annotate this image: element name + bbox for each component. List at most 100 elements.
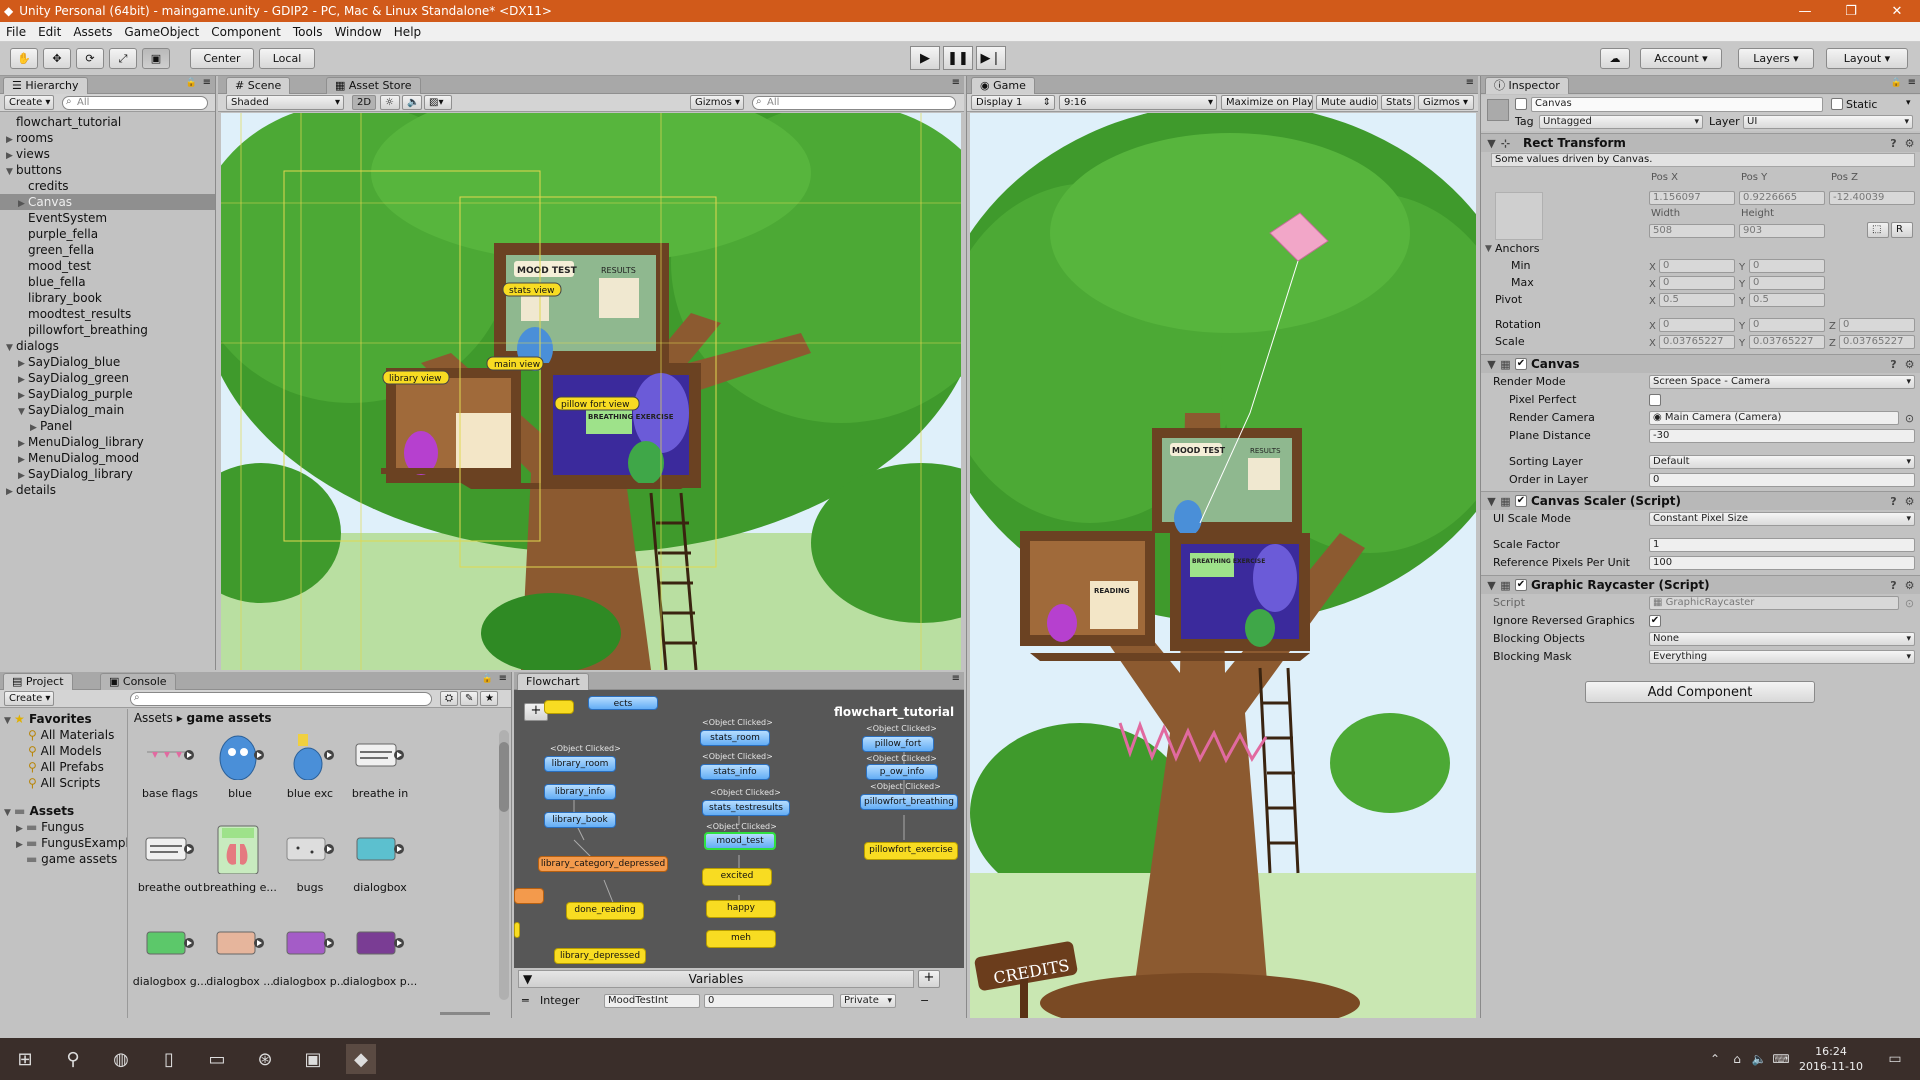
node-stats-testresults[interactable]: stats_testresults bbox=[702, 800, 790, 816]
layers-dropdown[interactable]: Layers ▾ bbox=[1738, 48, 1814, 69]
scale-tool-icon[interactable]: ⤢ bbox=[109, 48, 137, 69]
node-pillow-info[interactable]: p_ow_info bbox=[866, 764, 938, 780]
variable-name-field[interactable]: MoodTestInt bbox=[604, 994, 700, 1008]
node-library-book[interactable]: library_book bbox=[544, 812, 616, 828]
tag-dropdown[interactable]: Untagged bbox=[1539, 115, 1703, 129]
folder-game-assets[interactable]: ▬ game assets bbox=[0, 851, 127, 867]
scale-factor-field[interactable]: 1 bbox=[1649, 538, 1915, 552]
scene-view[interactable]: MOOD TEST RESULTS BREATHING EXERCISE sta… bbox=[221, 113, 961, 670]
hierarchy-item[interactable]: moodtest_results bbox=[0, 306, 215, 322]
mute-audio-toggle[interactable]: Mute audio bbox=[1316, 95, 1378, 110]
order-in-layer-field[interactable]: 0 bbox=[1649, 473, 1915, 487]
asset-item[interactable]: dialogbox bbox=[340, 824, 420, 904]
node-stats-info[interactable]: stats_info bbox=[700, 764, 770, 780]
menu-file[interactable]: File bbox=[0, 25, 32, 39]
hierarchy-item[interactable]: ▶ SayDialog_blue bbox=[0, 354, 215, 370]
scene-search-input[interactable]: All bbox=[752, 96, 956, 110]
menu-help[interactable]: Help bbox=[388, 25, 427, 39]
maximize-button[interactable]: ❐ bbox=[1828, 0, 1874, 22]
active-checkbox[interactable] bbox=[1515, 98, 1527, 110]
tab-scene[interactable]: # Scene bbox=[226, 77, 291, 94]
posz-field[interactable]: -12.40039 bbox=[1829, 191, 1915, 205]
hierarchy-item[interactable]: ▶ MenuDialog_library bbox=[0, 434, 215, 450]
blocking-objects-dropdown[interactable]: None bbox=[1649, 632, 1915, 646]
hierarchy-item[interactable]: green_fella bbox=[0, 242, 215, 258]
help-icon[interactable]: ? bbox=[1887, 358, 1900, 371]
pivot-x-field[interactable]: 0.5 bbox=[1659, 293, 1735, 307]
tab-asset-store[interactable]: ▦ Asset Store bbox=[326, 77, 421, 94]
hierarchy-item[interactable]: ▶ Canvas bbox=[0, 194, 215, 210]
foldout-arrow-icon[interactable]: ▶ bbox=[6, 484, 16, 500]
flowchart-node[interactable] bbox=[544, 700, 574, 714]
mode-2d-button[interactable]: 2D bbox=[352, 95, 376, 110]
panel-menu-icon[interactable]: ≡ bbox=[952, 673, 960, 684]
node-meh[interactable]: meh bbox=[706, 930, 776, 948]
scene-gizmos-dropdown[interactable]: Gizmos ▾ bbox=[690, 95, 744, 110]
panel-menu-icon[interactable]: ≡ bbox=[203, 77, 211, 88]
gear-icon[interactable]: ⚙ bbox=[1903, 579, 1916, 592]
rotation-x-field[interactable]: 0 bbox=[1659, 318, 1735, 332]
asset-item[interactable]: dialogbox p... bbox=[340, 918, 420, 998]
fav-all-prefabs[interactable]: ⚲ All Prefabs bbox=[0, 759, 127, 775]
gear-icon[interactable]: ⚙ bbox=[1903, 137, 1916, 150]
folder-fungus[interactable]: ▶ ▬ Fungus bbox=[0, 819, 127, 835]
search-icon[interactable]: ⚲ bbox=[58, 1044, 88, 1074]
menu-gameobject[interactable]: GameObject bbox=[118, 25, 205, 39]
node-mood-test[interactable]: mood_test bbox=[704, 832, 776, 850]
asset-item[interactable]: breathe out bbox=[130, 824, 210, 904]
pivot-center-button[interactable]: Center bbox=[190, 48, 254, 69]
panel-menu-icon[interactable]: ≡ bbox=[1466, 77, 1474, 88]
foldout-arrow-icon[interactable]: ▼ bbox=[1485, 137, 1498, 150]
canvas-component-header[interactable]: ▼ ▦ ✔ Canvas ? ⚙ bbox=[1481, 354, 1920, 373]
graphic-raycaster-header[interactable]: ▼ ▦ ✔ Graphic Raycaster (Script) ? ⚙ bbox=[1481, 575, 1920, 594]
hierarchy-item[interactable]: ▼ buttons bbox=[0, 162, 215, 178]
rect-tool-icon[interactable]: ▣ bbox=[142, 48, 170, 69]
scale-x-field[interactable]: 0.03765227 bbox=[1659, 335, 1735, 349]
folder-fungus-examples[interactable]: ▶ ▬ FungusExampl bbox=[0, 835, 127, 851]
asset-item[interactable]: blue exc bbox=[270, 730, 350, 810]
game-view[interactable]: MOOD TEST RESULTS READING BREATHING EXER… bbox=[970, 113, 1476, 1018]
lock-icon[interactable]: 🔒 bbox=[186, 78, 197, 88]
hierarchy-item[interactable]: ▶ MenuDialog_mood bbox=[0, 450, 215, 466]
hierarchy-item[interactable]: mood_test bbox=[0, 258, 215, 274]
node-pillowfort-breathing[interactable]: pillowfort_breathing bbox=[860, 794, 958, 810]
hierarchy-item[interactable]: ▶ SayDialog_purple bbox=[0, 386, 215, 402]
unity-taskbar-icon[interactable]: ◆ bbox=[346, 1044, 376, 1074]
static-checkbox[interactable] bbox=[1831, 98, 1843, 110]
foldout-arrow-icon[interactable]: ▼ bbox=[523, 971, 532, 987]
menu-edit[interactable]: Edit bbox=[32, 25, 67, 39]
shading-dropdown[interactable]: Shaded ▾ bbox=[226, 95, 344, 110]
height-field[interactable]: 903 bbox=[1739, 224, 1825, 238]
node-pillow-fort[interactable]: pillow_fort bbox=[862, 736, 934, 752]
raw-edit-button[interactable]: R bbox=[1891, 222, 1913, 238]
asset-item[interactable]: dialogbox ... bbox=[200, 918, 280, 998]
aspect-dropdown[interactable]: 9:16 ▾ bbox=[1059, 95, 1217, 110]
foldout-arrow-icon[interactable]: ▼ bbox=[1485, 358, 1498, 371]
fav-all-models[interactable]: ⚲ All Models bbox=[0, 743, 127, 759]
tab-inspector[interactable]: ⓘ Inspector bbox=[1485, 77, 1569, 94]
posy-field[interactable]: 0.9226665 bbox=[1739, 191, 1825, 205]
tab-console[interactable]: ▣ Console bbox=[100, 673, 176, 690]
move-tool-icon[interactable]: ✥ bbox=[43, 48, 71, 69]
file-explorer-icon[interactable]: ▭ bbox=[202, 1044, 232, 1074]
pause-button[interactable]: ❚❚ bbox=[943, 46, 973, 70]
rotate-tool-icon[interactable]: ⟳ bbox=[76, 48, 104, 69]
hierarchy-item[interactable]: ▶ SayDialog_green bbox=[0, 370, 215, 386]
hierarchy-item[interactable]: ▼ dialogs bbox=[0, 338, 215, 354]
blueprint-button[interactable]: ⬚ bbox=[1867, 222, 1889, 238]
anchor-max-y-field[interactable]: 0 bbox=[1749, 276, 1825, 290]
icon-size-slider[interactable] bbox=[440, 1012, 490, 1015]
menu-window[interactable]: Window bbox=[328, 25, 387, 39]
favorite-button[interactable]: ★ bbox=[480, 691, 498, 706]
hierarchy-item[interactable]: pillowfort_breathing bbox=[0, 322, 215, 338]
lock-icon[interactable]: 🔒 bbox=[1891, 78, 1902, 88]
stats-toggle[interactable]: Stats bbox=[1381, 95, 1415, 110]
sorting-layer-dropdown[interactable]: Default bbox=[1649, 455, 1915, 469]
menu-assets[interactable]: Assets bbox=[67, 25, 118, 39]
pivot-y-field[interactable]: 0.5 bbox=[1749, 293, 1825, 307]
asset-item[interactable]: bugs bbox=[270, 824, 350, 904]
panel-menu-icon[interactable]: ≡ bbox=[499, 673, 507, 684]
clock[interactable]: 16:24 2016-11-10 bbox=[1796, 1044, 1866, 1074]
asset-item[interactable]: breathe in bbox=[340, 730, 420, 810]
node-excited[interactable]: excited bbox=[702, 868, 772, 886]
